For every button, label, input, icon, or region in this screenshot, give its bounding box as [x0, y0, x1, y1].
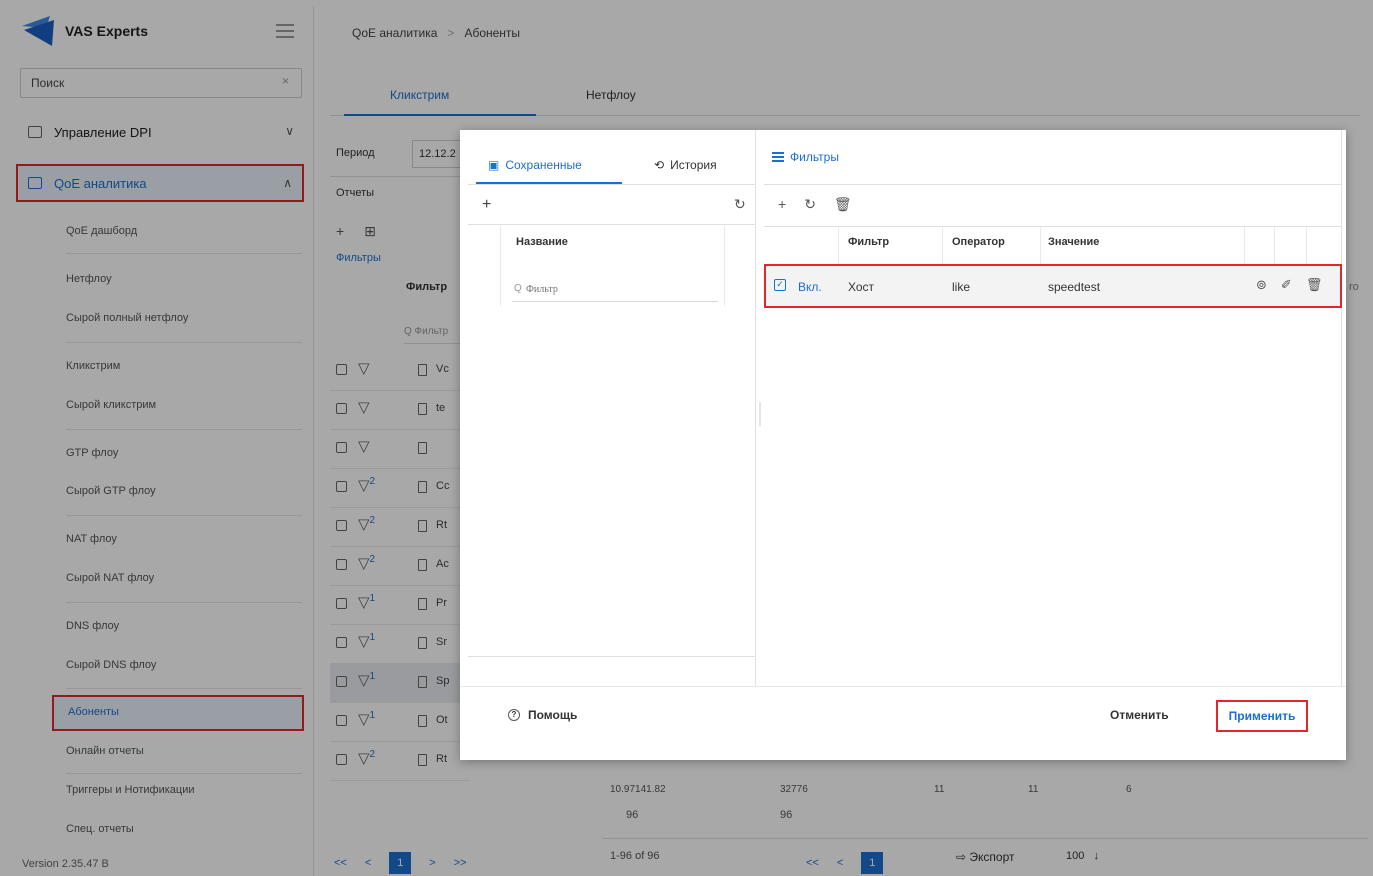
tab-history[interactable]: ⟲ История — [654, 158, 717, 172]
divider — [942, 226, 943, 264]
operator-column-header: Оператор — [952, 236, 1005, 248]
filters-title: Фильтры — [772, 150, 839, 164]
rule-enabled[interactable]: Вкл. — [798, 280, 822, 294]
refresh-icon[interactable]: ↻ — [734, 196, 746, 213]
divider — [764, 226, 1342, 227]
rule-operator: like — [952, 280, 971, 294]
cancel-button[interactable]: Отменить — [1110, 708, 1169, 722]
saved-filters-pane: ▣ Сохраненные ⟲ История + ↻ Название Q — [468, 130, 756, 686]
history-icon: ⟲ — [654, 158, 665, 172]
save-icon: ▣ — [488, 158, 500, 172]
divider — [500, 226, 501, 306]
list-icon — [772, 152, 784, 162]
divider — [468, 224, 756, 225]
divider — [1306, 226, 1307, 264]
divider — [1040, 226, 1041, 264]
refresh-icon[interactable]: ↻ — [804, 196, 816, 213]
filter-rule-row[interactable]: ✓ Вкл. Хост like speedtest ⊚ ✐ 🗑 — [764, 264, 1342, 308]
divider — [468, 184, 756, 185]
help-icon[interactable]: ⊚ — [1256, 277, 1267, 293]
filters-toolbar: + ↻ 🗑 — [778, 196, 852, 213]
rule-actions: ⊚ ✐ 🗑 — [1256, 277, 1322, 293]
saved-filter-input[interactable] — [512, 278, 718, 302]
filter-modal: ▣ Сохраненные ⟲ История + ↻ Название Q Фил… — [460, 130, 1346, 760]
filter-column-header: Фильтр — [848, 236, 890, 248]
divider — [764, 184, 1342, 185]
value-column-header: Значение — [1048, 236, 1100, 248]
rule-value: speedtest — [1048, 280, 1101, 294]
edit-icon[interactable]: ✐ — [1281, 277, 1292, 293]
divider — [838, 226, 839, 264]
add-saved-button[interactable]: + — [482, 196, 491, 214]
divider — [1274, 226, 1275, 264]
filters-pane: Фильтры + ↻ 🗑 Фильтр Оператор Значение ✓… — [764, 130, 1342, 686]
add-filter-icon[interactable]: + — [778, 196, 786, 213]
question-icon: ? — [508, 709, 520, 721]
name-column-header: Название — [516, 236, 568, 248]
delete-icon[interactable]: 🗑 — [834, 196, 852, 213]
tab-saved[interactable]: ▣ Сохраненные — [488, 158, 582, 172]
apply-button[interactable]: Применить — [1216, 700, 1308, 732]
delete-icon[interactable]: 🗑 — [1306, 277, 1323, 293]
divider — [468, 656, 756, 657]
pane-resize-handle[interactable] — [759, 402, 761, 426]
divider — [724, 226, 725, 306]
checkbox-icon[interactable]: ✓ — [774, 279, 786, 291]
peek-text: ro — [1349, 281, 1359, 293]
help-button[interactable]: ? Помощь — [508, 708, 577, 722]
divider — [460, 686, 1346, 687]
divider — [1244, 226, 1245, 264]
rule-field: Хост — [848, 280, 875, 294]
